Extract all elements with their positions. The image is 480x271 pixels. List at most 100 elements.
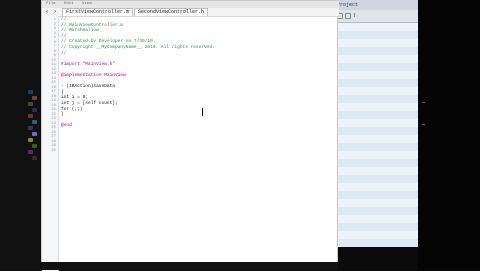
line-number: 19 (51, 99, 56, 103)
background-window-tabs (334, 10, 419, 23)
line-number: 14 (51, 76, 56, 81)
line-number: 8 (53, 49, 56, 54)
square-icon[interactable] (345, 13, 351, 19)
code-line: @end (61, 123, 72, 129)
line-number: 3 (53, 27, 56, 31)
toolbar-item-view[interactable]: View (82, 2, 92, 6)
list-row (334, 215, 419, 223)
file-type-icon[interactable] (32, 96, 37, 100)
list-row (334, 191, 419, 199)
line-number: 2 (53, 22, 56, 27)
line-number: 11 (51, 63, 56, 67)
list-row (334, 207, 419, 215)
list-row (334, 79, 419, 87)
back-arrow-icon[interactable]: ‹ (43, 8, 51, 16)
background-window: Project (333, 0, 419, 247)
line-number: 13 (51, 72, 56, 76)
file-type-icon[interactable] (32, 132, 37, 136)
line-number: 23 (51, 117, 56, 121)
line-number: 22 (51, 112, 56, 117)
toolbar-item-file[interactable]: File (46, 2, 56, 6)
tab-file-2[interactable]: SecondViewController.h (134, 8, 209, 16)
file-type-icon[interactable] (28, 150, 33, 154)
tab-file-1[interactable]: FirstViewController.m (62, 8, 134, 16)
line-number: 4 (53, 31, 56, 36)
code-line: for (;;) (61, 106, 83, 112)
bottom-desktop-band (41, 262, 338, 270)
line-number: 16 (51, 85, 56, 90)
line-number: 30 (51, 148, 56, 153)
line-number: 20 (51, 103, 56, 108)
line-number: 17 (51, 90, 56, 94)
list-row (334, 119, 419, 127)
code-line: #import "MainView.h" (61, 61, 116, 67)
divider-icon (354, 13, 361, 17)
list-row (334, 175, 419, 183)
line-number: 15 (51, 81, 56, 85)
code-line: // Copyright __MyCompanyName__ 2010. All… (61, 45, 215, 50)
line-number: 5 (53, 36, 56, 40)
file-type-icon[interactable] (28, 102, 33, 106)
list-row (334, 199, 419, 207)
list-row (334, 167, 419, 175)
line-number: 10 (51, 58, 56, 63)
code-editor-window: File Edit View ‹ › FirstViewController.m… (41, 0, 339, 271)
list-row (334, 183, 419, 191)
desktop-background: — — (418, 0, 480, 270)
list-row (334, 63, 419, 71)
line-number: 24 (51, 121, 56, 126)
code-line: } (61, 112, 64, 118)
list-row (334, 231, 419, 239)
code-line: int j = [self count]; (61, 101, 118, 106)
list-row (334, 103, 419, 111)
desktop-text-2: — (422, 122, 426, 128)
code-line: // Marshmallow (61, 28, 99, 34)
editor-tabbar: ‹ › FirstViewController.m SecondViewCont… (42, 8, 339, 17)
list-row (334, 223, 419, 231)
list-row (334, 23, 419, 31)
line-number: 25 (51, 126, 56, 130)
line-number: 6 (53, 40, 56, 45)
line-number: 26 (51, 130, 56, 135)
line-number: 29 (51, 144, 56, 148)
code-line: - (IBAction)saveData (61, 84, 116, 90)
list-row (334, 47, 419, 55)
text-cursor (202, 108, 203, 116)
file-type-icon[interactable] (28, 90, 33, 94)
list-row (334, 39, 419, 47)
list-row (334, 31, 419, 39)
file-type-icon[interactable] (32, 108, 37, 112)
file-type-icon[interactable] (32, 156, 37, 160)
line-number: 7 (53, 45, 56, 49)
file-type-icon[interactable] (28, 126, 33, 130)
line-number: 1 (53, 18, 56, 22)
line-number: 27 (51, 135, 56, 139)
list-row (334, 95, 419, 103)
list-row (334, 111, 419, 119)
file-type-icon[interactable] (32, 120, 37, 124)
list-row (334, 71, 419, 79)
code-line: @implementation MainView (61, 73, 126, 78)
line-number-gutter: 1 2 3 4 5 6 7 8 9 10 11 12 13 14 15 16 17 18 19 20 21 22 23 24 2… (42, 16, 59, 271)
file-type-icon[interactable] (32, 144, 37, 148)
background-window-title: Project (337, 2, 359, 8)
list-row (334, 127, 419, 135)
list-row (334, 143, 419, 151)
forward-arrow-icon[interactable]: › (51, 8, 59, 16)
list-row (334, 159, 419, 167)
line-number: 9 (53, 54, 56, 58)
desktop-text-1: — (422, 100, 426, 106)
file-type-icon[interactable] (28, 114, 33, 118)
code-line: // (61, 17, 67, 22)
list-row (334, 151, 419, 159)
line-number: 12 (51, 67, 56, 72)
toolbar-item-edit[interactable]: Edit (64, 2, 74, 6)
line-number: 18 (51, 94, 56, 99)
list-row (334, 87, 419, 95)
code-area[interactable]: //// MainViewController.m// Marshmallow /… (61, 17, 331, 258)
file-type-icon[interactable] (28, 138, 33, 142)
left-icon-column (28, 90, 38, 170)
code-line: // (61, 50, 67, 56)
line-number: 28 (51, 139, 56, 144)
line-number: 21 (51, 108, 56, 112)
